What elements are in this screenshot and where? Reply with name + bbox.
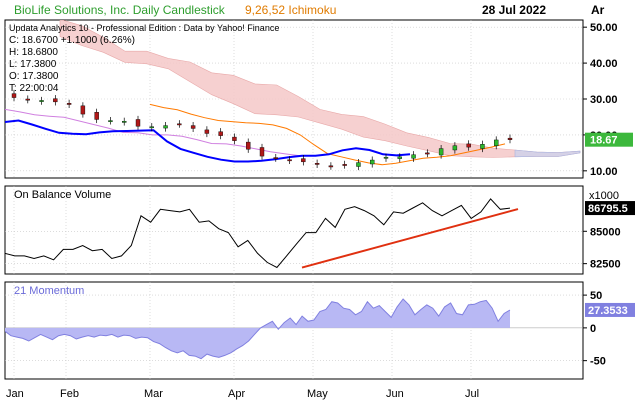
- candle-body: [342, 164, 347, 166]
- chart-title: BioLife Solutions, Inc. Daily Candlestic…: [14, 3, 226, 17]
- obv-tick-label: 82500: [590, 259, 621, 271]
- month-label: Jun: [386, 388, 404, 400]
- candle-body: [149, 126, 154, 129]
- last-price-badge: 18.67: [585, 132, 633, 147]
- month-label: Feb: [60, 388, 79, 400]
- candle-body: [438, 148, 444, 156]
- last-price-value: 18.67: [590, 135, 618, 147]
- candle-body: [507, 137, 513, 140]
- candle-body: [287, 159, 292, 162]
- candle-body: [452, 145, 458, 151]
- candle-body: [328, 165, 334, 168]
- candle-body: [383, 156, 389, 159]
- chart-window: BioLife Solutions, Inc. Daily Candlestic…: [0, 0, 640, 405]
- candle-body: [301, 158, 306, 163]
- candle-body: [80, 105, 86, 115]
- candle-body: [163, 125, 168, 129]
- ohlc-low: L: 17.3800: [9, 59, 57, 70]
- price-tick-label: 10.00: [590, 166, 618, 178]
- candle-body: [480, 144, 485, 149]
- candle-body: [94, 112, 99, 120]
- candle-body: [314, 163, 320, 165]
- indicator-label: 9,26,52 Ichimoku: [245, 3, 336, 17]
- candle-body: [11, 93, 17, 98]
- candle-body: [177, 123, 182, 126]
- month-label: Mar: [144, 388, 163, 400]
- ohlc-high: H: 18.6800: [9, 47, 58, 58]
- month-label: Apr: [228, 388, 245, 400]
- ohlc-time: T: 22:00:04: [9, 83, 59, 94]
- ohlc-close: C: 18.6700 +1.1000 (6.26%): [9, 35, 135, 46]
- momentum-tick-label: 50: [590, 290, 602, 302]
- obv-tick-label: 85000: [590, 226, 621, 238]
- axis-unit-label: Ar: [591, 3, 605, 17]
- candle-body: [273, 157, 278, 159]
- candle-body: [25, 98, 30, 101]
- price-axis: 10.00 20.00 30.00 40.00 50.00: [590, 22, 618, 178]
- month-label: Jan: [6, 388, 24, 400]
- candle-body: [411, 154, 416, 159]
- candle-body: [356, 162, 361, 167]
- chart-canvas: BioLife Solutions, Inc. Daily Candlestic…: [4, 3, 635, 400]
- candle-body: [466, 143, 471, 148]
- candle-body: [66, 103, 72, 105]
- candle-body: [370, 159, 375, 165]
- obv-last-value: 86795.5: [588, 203, 628, 215]
- price-tick-label: 30.00: [590, 94, 618, 106]
- candle-body: [135, 119, 141, 127]
- chart-date: 28 Jul 2022: [482, 3, 546, 17]
- momentum-last-value: 27.3533: [588, 305, 628, 317]
- candle-body: [39, 100, 44, 102]
- month-label: Jul: [465, 388, 479, 400]
- candle-body: [204, 129, 210, 134]
- candle-body: [218, 131, 223, 136]
- candle-body: [232, 136, 237, 141]
- ohlc-open: O: 17.3800: [9, 71, 59, 82]
- momentum-tick-label: -50: [590, 356, 606, 368]
- month-label: May: [307, 388, 328, 400]
- candle-body: [397, 156, 402, 159]
- candle-body: [108, 120, 113, 122]
- subtitle: Updata Analytics 10 - Professional Editi…: [9, 23, 279, 33]
- obv-multiplier: x1000: [589, 190, 619, 202]
- price-tick-label: 50.00: [590, 22, 618, 34]
- momentum-title: 21 Momentum: [14, 285, 84, 297]
- candle-body: [259, 147, 265, 157]
- candle-body: [190, 125, 196, 129]
- candle-body: [425, 152, 430, 155]
- candle-body: [122, 121, 127, 123]
- month-axis: Jan Feb Mar Apr May Jun Jul: [6, 388, 479, 400]
- momentum-tick-label: 0: [590, 323, 596, 335]
- candle-body: [246, 141, 251, 150]
- candle-body: [53, 98, 58, 103]
- price-tick-label: 40.00: [590, 58, 618, 70]
- candle-body: [494, 139, 499, 146]
- obv-title: On Balance Volume: [14, 189, 111, 201]
